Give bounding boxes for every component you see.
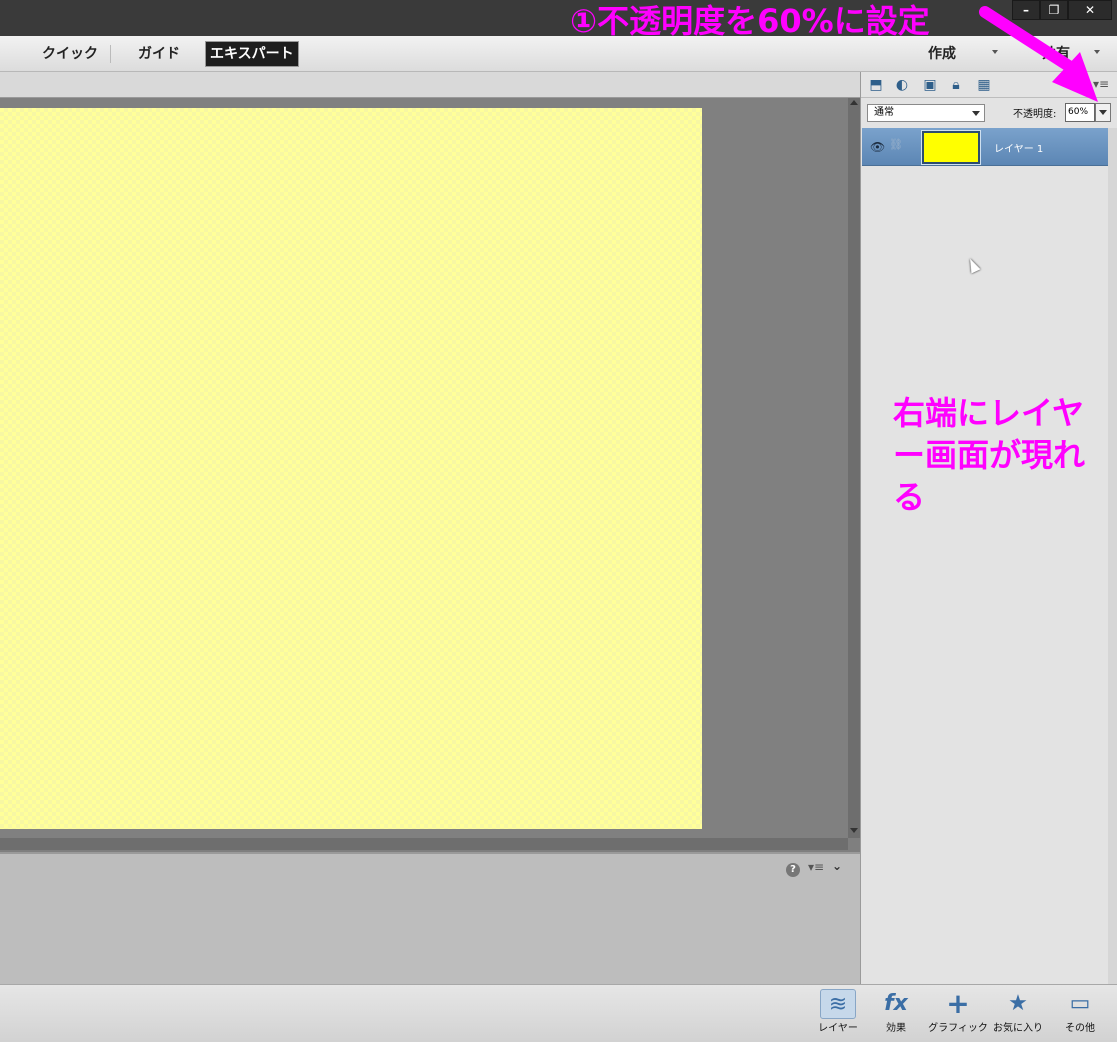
- mask-icon[interactable]: ▣: [921, 76, 939, 94]
- restore-button[interactable]: ❐: [1040, 0, 1068, 20]
- opacity-label: 不透明度:: [1013, 109, 1057, 120]
- panel-scrollbar[interactable]: [1108, 128, 1117, 984]
- chevron-down-icon[interactable]: ⌄: [832, 859, 842, 873]
- layer-panel-annotation: 右端にレイヤー画面が現れる: [893, 394, 1086, 516]
- layers-panel-button[interactable]: ≋ レイヤー: [806, 989, 870, 1041]
- create-caret-icon: [992, 50, 998, 54]
- favorites-panel-button[interactable]: ★ お気に入り: [986, 989, 1050, 1041]
- effects-panel-button[interactable]: fx 効果: [864, 989, 928, 1041]
- mode-bar: クイック ガイド エキスパート 作成 共有: [0, 36, 1117, 72]
- star-icon: ★: [1008, 991, 1028, 1016]
- favorites-label: お気に入り: [993, 1023, 1043, 1034]
- blend-mode-value: 通常: [874, 107, 894, 118]
- vertical-scrollbar[interactable]: [848, 98, 860, 838]
- layer-thumbnail: [921, 130, 981, 165]
- layers-toolbar: ⬒ ◐ ▣ 🔒︎ ▦ ▾≡: [861, 72, 1117, 98]
- eye-icon[interactable]: 👁︎: [870, 140, 885, 154]
- chevron-down-icon: [972, 111, 980, 116]
- fx-icon: fx: [884, 991, 908, 1016]
- scroll-down-icon[interactable]: [850, 828, 858, 833]
- opacity-input[interactable]: 60%: [1065, 103, 1095, 122]
- document-tab-bar: [0, 72, 860, 98]
- opacity-dropdown-button[interactable]: [1095, 103, 1111, 122]
- options-menu-icon[interactable]: ▾≡: [808, 860, 824, 874]
- panel-menu-icon[interactable]: ▾≡: [1093, 77, 1109, 91]
- lock-icon[interactable]: 🔒︎: [947, 76, 965, 94]
- help-icon[interactable]: ?: [786, 863, 800, 877]
- document-canvas[interactable]: [0, 108, 702, 829]
- more-label: その他: [1065, 1023, 1095, 1034]
- share-caret-icon: [1094, 50, 1100, 54]
- window-icon: ▭: [1069, 991, 1091, 1016]
- create-menu-button[interactable]: 作成: [928, 41, 956, 67]
- panel-bin-bar: ≋ レイヤー fx 効果 + グラフィック ★ お気に入り ▭ その他: [0, 984, 1117, 1042]
- layers-label: レイヤー: [818, 1023, 858, 1034]
- canvas-area[interactable]: [0, 98, 848, 838]
- scroll-up-icon[interactable]: [850, 100, 858, 105]
- link-icon[interactable]: ⛓︎: [889, 138, 903, 151]
- layer-row[interactable]: 👁︎ ⛓︎ レイヤー 1: [862, 128, 1108, 166]
- more-panel-button[interactable]: ▭ その他: [1048, 989, 1112, 1041]
- mode-guide-button[interactable]: ガイド: [134, 41, 184, 67]
- layers-panel: ⬒ ◐ ▣ 🔒︎ ▦ ▾≡ 通常 不透明度: 60% 👁︎ ⛓︎ レイヤー 1: [860, 72, 1117, 984]
- graphics-label: グラフィック: [928, 1023, 988, 1034]
- opacity-annotation: ①不透明度を60%に設定: [570, 2, 930, 40]
- plus-icon: +: [946, 987, 970, 1020]
- layer-name[interactable]: レイヤー 1: [994, 140, 1043, 155]
- divider: [110, 45, 111, 63]
- mode-quick-button[interactable]: クイック: [38, 41, 102, 67]
- close-button[interactable]: ✕: [1068, 0, 1112, 20]
- effects-label: 効果: [886, 1023, 906, 1034]
- mode-expert-button[interactable]: エキスパート: [205, 41, 299, 67]
- layers-icon: ≋: [820, 989, 856, 1019]
- new-layer-icon[interactable]: ⬒: [867, 76, 885, 94]
- adjustment-layer-icon[interactable]: ◐: [893, 76, 911, 94]
- blend-mode-select[interactable]: 通常: [867, 104, 985, 122]
- minimize-button[interactable]: –: [1012, 0, 1040, 20]
- share-menu-button[interactable]: 共有: [1042, 41, 1070, 67]
- graphics-panel-button[interactable]: + グラフィック: [926, 989, 990, 1041]
- horizontal-scrollbar[interactable]: [0, 838, 848, 850]
- lock-transparency-icon[interactable]: ▦: [975, 76, 993, 94]
- tool-options-panel: ? ▾≡ ⌄: [0, 852, 860, 984]
